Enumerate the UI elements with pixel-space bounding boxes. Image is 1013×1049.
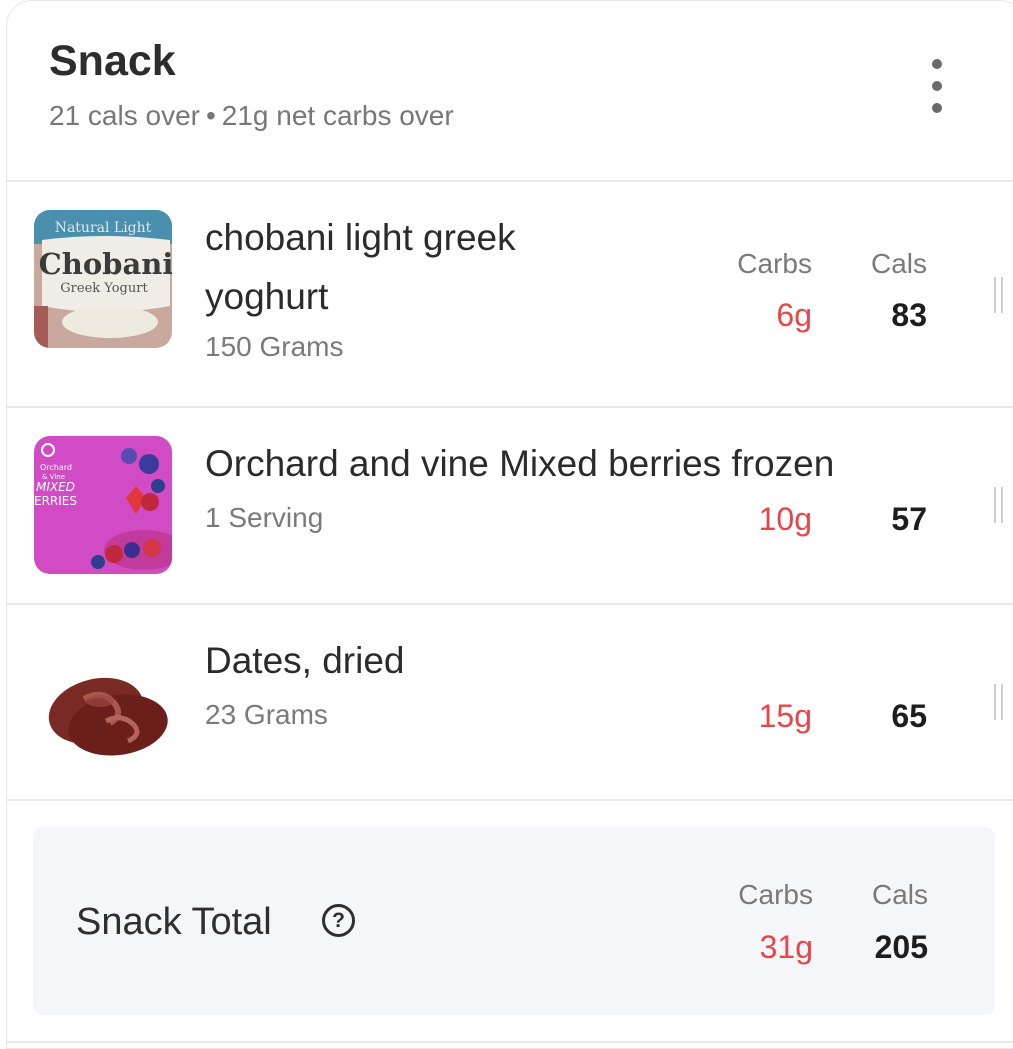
carbs-column-label: Carbs [737, 248, 812, 279]
cals-value: 65 [891, 698, 927, 734]
carbs-value: 6g [776, 297, 812, 333]
total-label: Snack Total [76, 901, 272, 943]
svg-text:Chobani: Chobani [39, 247, 172, 281]
carbs-value: 10g [758, 501, 812, 537]
cals-value: 57 [891, 501, 927, 537]
divider [7, 1041, 1013, 1043]
kebab-menu-icon[interactable] [919, 59, 955, 113]
total-carbs-value: 31g [759, 929, 813, 965]
svg-text:MIXED: MIXED [36, 480, 75, 494]
separator-dot: • [205, 100, 216, 131]
drag-handle-icon[interactable] [994, 684, 1003, 720]
svg-text:Greek Yogurt: Greek Yogurt [60, 281, 148, 296]
cals-column-label: Cals [871, 879, 928, 910]
meal-header: Snack 21 cals over • 21g net carbs over [7, 1, 1013, 182]
food-name: Dates, dried [205, 640, 405, 681]
carbs-value: 15g [758, 698, 812, 734]
dried-dates-image [34, 633, 172, 771]
mixed-berries-image: Orchard & Vine MIXED ERRIES [34, 436, 172, 574]
chobani-yogurt-image: Natural Light Chobani Greek Yogurt [34, 210, 172, 348]
cals-over-text: 21 cals over [49, 100, 200, 131]
question-circle-icon[interactable]: ? [322, 904, 355, 937]
food-row-chobani[interactable]: Natural Light Chobani Greek Yogurt choba… [7, 182, 1013, 407]
meal-card: Snack 21 cals over • 21g net carbs over Na… [6, 0, 1013, 1049]
total-cals-value: 205 [874, 929, 928, 965]
drag-handle-icon[interactable] [994, 277, 1003, 313]
food-name: Orchard and vine Mixed berries frozen [205, 443, 835, 484]
cals-column-label: Cals [870, 248, 927, 279]
carbs-column-label: Carbs [738, 879, 813, 910]
food-row-dates[interactable]: Dates, dried 23 Grams 15g 65 [7, 605, 1013, 800]
carbs-over-text: 21g net carbs over [221, 100, 454, 131]
snack-total-panel: Snack Total ? Carbs Cals 31g 205 [33, 827, 995, 1015]
drag-handle-icon[interactable] [994, 487, 1003, 523]
meal-title: Snack [49, 37, 176, 85]
cals-value: 83 [891, 297, 927, 333]
food-name: chobani light greek yoghurt [205, 217, 516, 317]
food-quantity: 150 Grams [205, 331, 344, 362]
food-quantity: 1 Serving [205, 502, 324, 533]
meal-summary: 21 cals over • 21g net carbs over [49, 100, 454, 132]
food-quantity: 23 Grams [205, 699, 328, 730]
svg-text:Orchard: Orchard [40, 463, 72, 472]
svg-text:Natural Light: Natural Light [55, 220, 152, 236]
divider [7, 799, 1013, 801]
svg-text:ERRIES: ERRIES [34, 494, 77, 508]
food-row-mixed-berries[interactable]: Orchard & Vine MIXED ERRIES Orchard and … [7, 408, 1013, 604]
